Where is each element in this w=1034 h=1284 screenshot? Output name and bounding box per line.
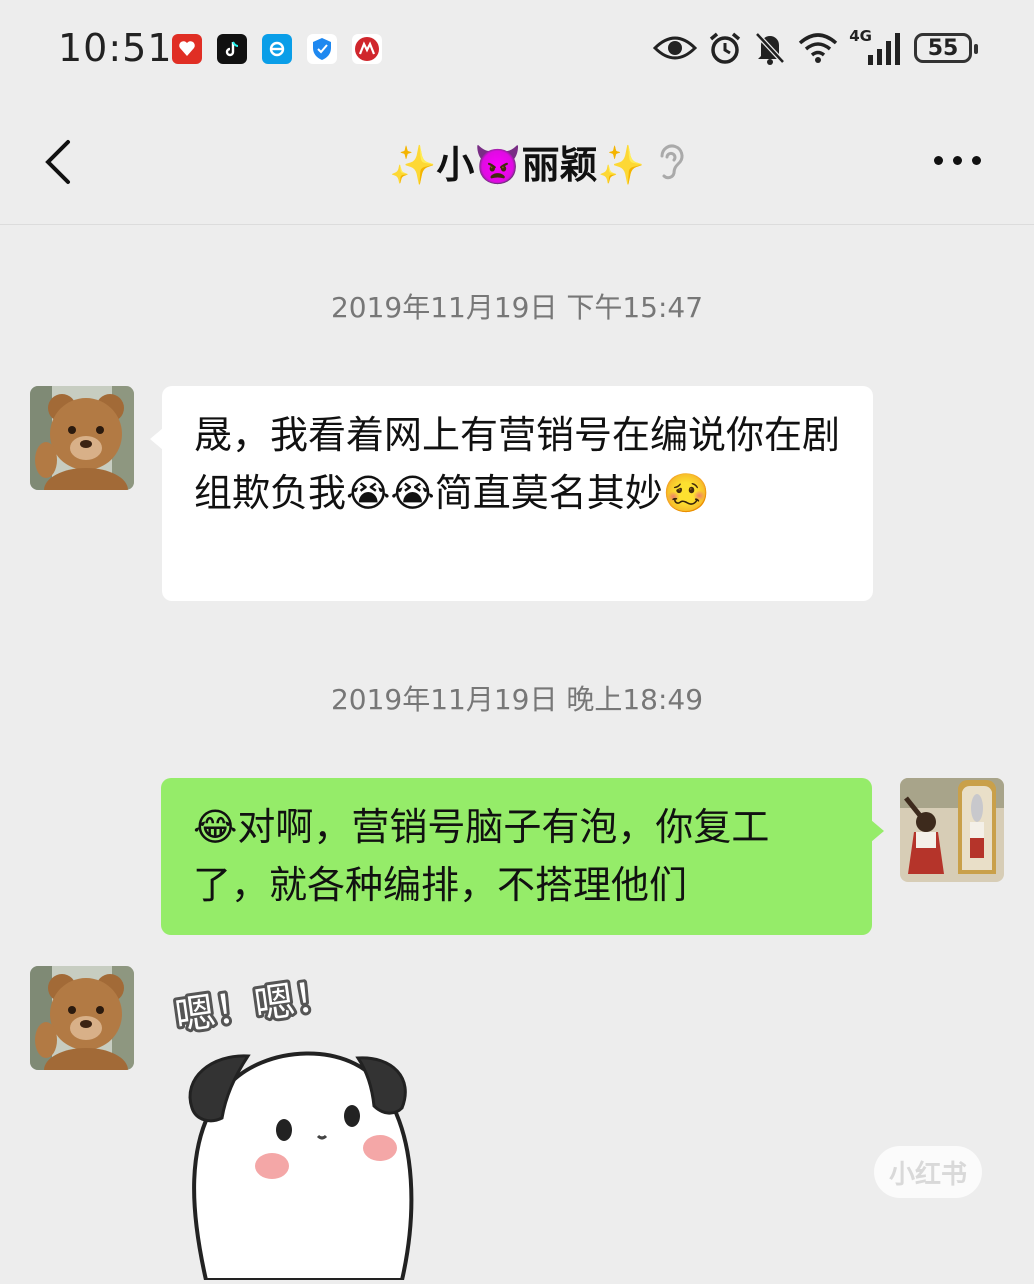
contact-avatar[interactable] — [30, 966, 134, 1070]
outgoing-message-bubble[interactable]: 😂对啊，营销号脑子有泡，你复工了，就各种编排，不搭理他们 — [161, 778, 872, 935]
mute-icon — [753, 30, 787, 66]
chat-header: ✨小👿丽颖✨ — [0, 100, 1034, 225]
message-timestamp: 2019年11月19日 下午15:47 — [330, 291, 704, 324]
chat-title: ✨小👿丽颖✨ — [389, 143, 645, 187]
incoming-message-bubble[interactable]: 晟，我看着网上有营销号在编说你在剧组欺负我😭😭简直莫名其妙🥴 — [162, 386, 873, 601]
battery-icon: 55 — [914, 33, 978, 63]
status-bar: 10:51 4G 55 — [0, 0, 1034, 100]
shield-icon — [307, 34, 337, 64]
user-avatar[interactable] — [900, 778, 1004, 882]
network-type-label: 4G — [849, 27, 872, 45]
bubble-tail — [871, 820, 884, 842]
pinduoduo-icon — [172, 34, 202, 64]
tiktok-icon — [217, 34, 247, 64]
eleme-icon — [262, 34, 292, 64]
dot-icon — [953, 155, 962, 165]
eye-icon — [653, 33, 698, 63]
bank-icon — [352, 34, 382, 64]
notification-app-icons — [172, 34, 382, 64]
signal-icon: 4G — [849, 27, 904, 65]
system-icons: 4G 55 — [653, 27, 978, 66]
sticker-message[interactable]: 嗯！嗯！ 嗯！嗯！ — [162, 969, 462, 1282]
more-options-button[interactable] — [934, 148, 986, 172]
wifi-icon — [797, 31, 839, 65]
contact-avatar[interactable] — [30, 386, 134, 490]
dot-icon — [934, 155, 943, 165]
sticker-caption-fill: 嗯！嗯！ — [172, 978, 337, 1040]
message-timestamp: 2019年11月19日 晚上18:49 — [330, 683, 704, 716]
earpiece-mode-icon — [652, 140, 688, 184]
xiaohongshu-watermark: 小红书 — [874, 1146, 982, 1198]
status-time: 10:51 — [58, 26, 173, 70]
dot-icon — [972, 155, 981, 165]
alarm-icon — [707, 30, 743, 66]
